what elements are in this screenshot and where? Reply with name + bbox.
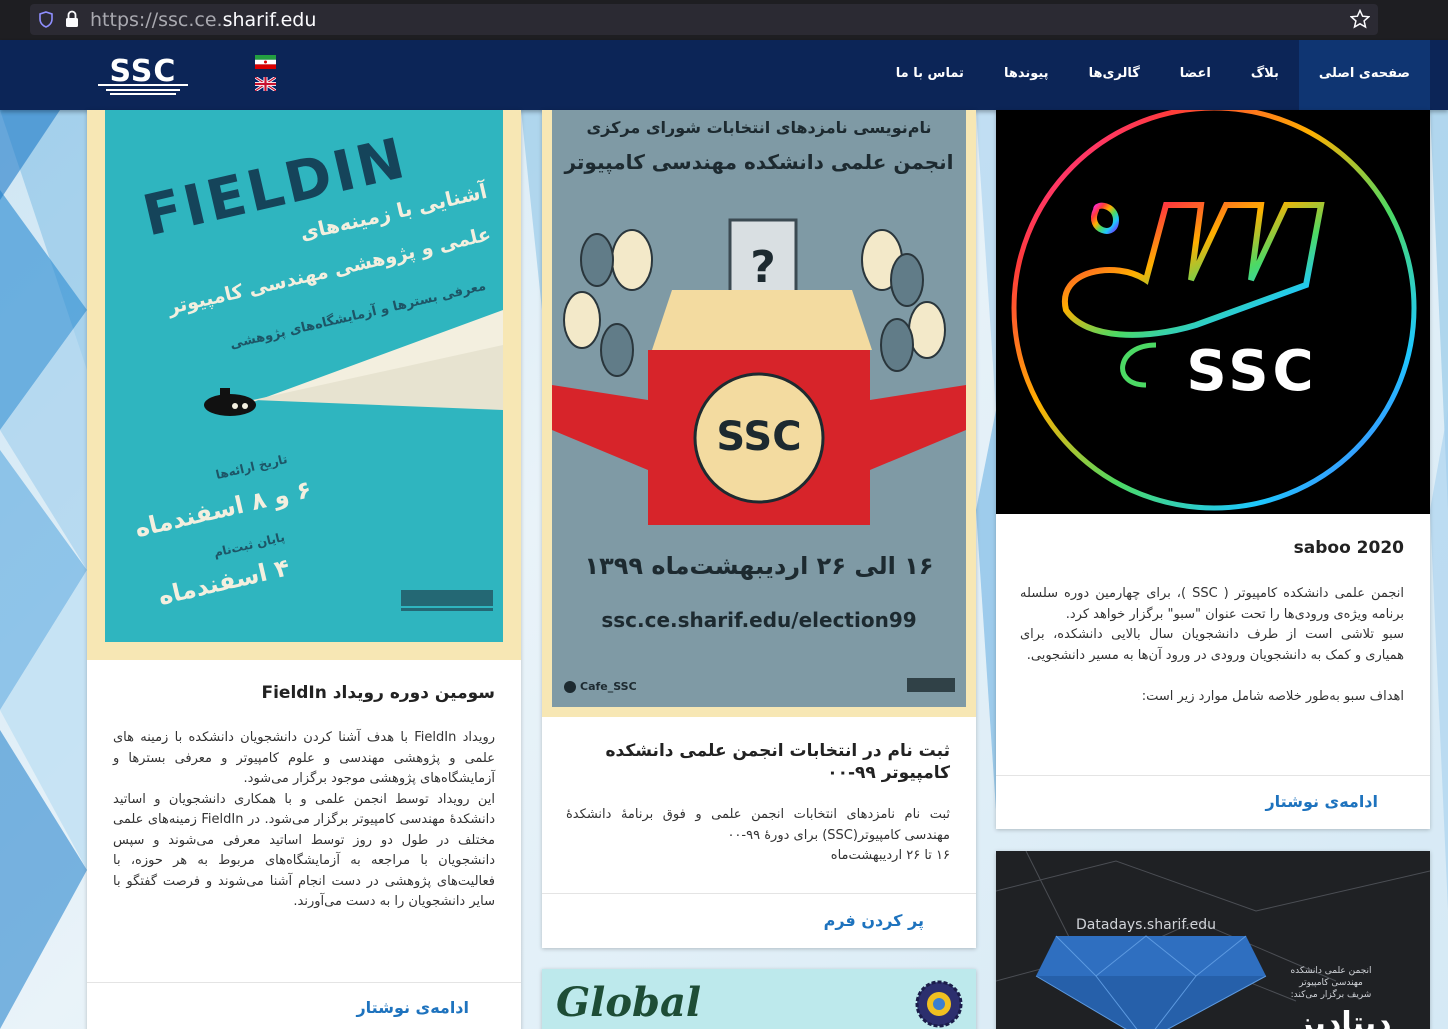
global-poster-title: Global (556, 979, 702, 1026)
post-image-election[interactable]: ? SSC (542, 110, 976, 717)
english-language-flag-icon[interactable] (255, 77, 276, 91)
election-poster-handle: Cafe_SSC (580, 680, 637, 693)
datadays-site: Datadays.sharif.edu (1076, 917, 1217, 933)
global-emblem-icon (915, 980, 963, 1028)
url-text[interactable]: https://ssc.ce.sharif.edu (90, 9, 316, 31)
main-menu: تماس با ما پیوندها گالری‌ها اعضا بلاگ صف… (876, 40, 1430, 110)
post-image-fieldin[interactable]: FIELDIN آشنایی با زمینه‌های علمی و پژوهش… (87, 110, 521, 660)
saboo-logo-graphic: SSC (1011, 110, 1417, 511)
svg-text:SSC: SSC (1186, 339, 1317, 404)
menu-item-blog[interactable]: بلاگ (1231, 40, 1299, 110)
browser-toolbar: https://ssc.ce.sharif.edu (0, 0, 1448, 40)
ssc-logo[interactable]: SSC (96, 53, 190, 97)
menu-item-contact[interactable]: تماس با ما (876, 40, 984, 110)
menu-item-home[interactable]: صفحه‌ی اصلی (1298, 40, 1430, 110)
read-more-link-saboo[interactable]: ادامه‌ی نوشتار (1265, 792, 1378, 811)
election-poster-line2: انجمن علمی دانشکده مهندسی کامپیوتر (564, 150, 954, 174)
election-poster-date: ۱۶ الی ۲۶ اردیبهشت‌ماه ۱۳۹۹ (584, 552, 934, 580)
datadays-graphic (996, 851, 1430, 1029)
post-excerpt-election: ثبت نام نامزدهای انتخابات انجمن علمی و ف… (566, 807, 950, 863)
menu-item-galleries[interactable]: گالری‌ها (1069, 40, 1160, 110)
menu-item-links[interactable]: پیوندها (984, 40, 1069, 110)
fill-form-link-election[interactable]: پر کردن فرم (824, 911, 924, 930)
address-bar[interactable]: https://ssc.ce.sharif.edu (30, 4, 1378, 35)
fieldin-poster: FIELDIN آشنایی با زمینه‌های علمی و پژوهش… (105, 110, 503, 642)
menu-item-members[interactable]: اعضا (1160, 40, 1231, 110)
post-excerpt-saboo: انجمن علمی دانشکده کامپیوتر ( SSC )، برا… (1020, 586, 1405, 704)
tracking-shield-icon[interactable] (38, 11, 54, 28)
lock-icon[interactable] (64, 10, 80, 28)
card-divider (542, 893, 976, 894)
card-divider (996, 775, 1430, 776)
post-card-election: ? SSC (542, 110, 976, 948)
svg-text:SSC: SSC (716, 414, 801, 460)
post-card-fieldin: FIELDIN آشنایی با زمینه‌های علمی و پژوهش… (87, 110, 521, 1029)
post-title-saboo[interactable]: saboo 2020 (1024, 537, 1404, 559)
post-card-datadays: Datadays.sharif.edu انجمن علمی دانشکده م… (996, 851, 1430, 1029)
post-card-saboo: SSC saboo 2020 انجمن علمی دانشکده کامپیو… (996, 110, 1430, 829)
datadays-big: دیتادیز (1296, 1006, 1392, 1029)
post-title-fieldin[interactable]: سومین دوره رویداد FieldIn (115, 682, 495, 704)
svg-text:SSC: SSC (110, 54, 177, 89)
bookmark-star-icon[interactable] (1350, 9, 1370, 29)
site-header: SSC تماس با ما پیوندها گالری‌ها اعضا بلا… (0, 40, 1448, 110)
post-title-election[interactable]: ثبت نام در انتخابات انجمن علمی دانشکده ک… (560, 740, 950, 784)
svg-text:?: ? (750, 242, 776, 293)
card-divider (87, 982, 521, 983)
election-poster: ? SSC (552, 110, 966, 707)
post-card-global: Global (542, 969, 976, 1029)
datadays-org: انجمن علمی دانشکده مهندسی کامپیوتر شریف … (1290, 966, 1372, 1000)
election-poster-url: ssc.ce.sharif.edu/election99 (601, 608, 917, 632)
read-more-link-fieldin[interactable]: ادامه‌ی نوشتار (356, 998, 469, 1017)
post-image-saboo[interactable]: SSC (996, 110, 1430, 514)
post-excerpt-fieldin: رویداد FieldIn با هدف آشنا کردن دانشجویا… (113, 730, 496, 909)
persian-language-flag-icon[interactable] (255, 55, 276, 69)
election-poster-line1: نام‌نویسی نامزدهای انتخابات شورای مرکزی (586, 118, 932, 137)
